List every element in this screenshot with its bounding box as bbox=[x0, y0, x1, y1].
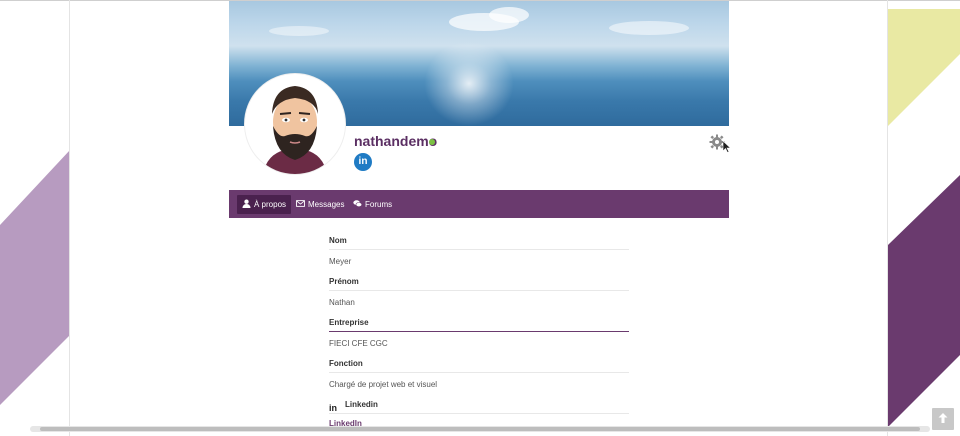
field-label-fonction: Fonction bbox=[329, 355, 629, 373]
profile-fields: Nom Meyer Prénom Nathan Entreprise FIECI… bbox=[329, 232, 629, 434]
linkedin-icon: in bbox=[329, 403, 337, 413]
field-label-entreprise: Entreprise bbox=[329, 314, 629, 332]
arrow-up-icon bbox=[938, 413, 948, 423]
field-value-nom: Meyer bbox=[329, 257, 352, 266]
field-label-linkedin: Linkedin bbox=[345, 400, 378, 409]
tab-about[interactable]: À propos bbox=[237, 195, 292, 214]
profile-nav: À propos Messages Forums bbox=[229, 190, 729, 218]
tab-forums-label: Forums bbox=[365, 200, 393, 209]
avatar[interactable] bbox=[244, 73, 346, 175]
horizontal-scrollbar-thumb[interactable] bbox=[40, 427, 920, 431]
tab-messages-label: Messages bbox=[308, 200, 345, 209]
decor-right-purple-shape bbox=[888, 175, 960, 427]
avatar-illustration bbox=[263, 86, 327, 174]
online-status-dot bbox=[429, 139, 435, 145]
field-label-nom: Nom bbox=[329, 232, 629, 250]
linkedin-icon[interactable]: in bbox=[354, 153, 372, 171]
field-label-linkedin-row: in Linkedin bbox=[329, 396, 629, 414]
comments-icon bbox=[353, 200, 362, 207]
user-icon bbox=[242, 199, 251, 208]
envelope-icon bbox=[296, 200, 305, 207]
mouse-cursor-icon bbox=[723, 141, 731, 153]
scroll-to-top-button[interactable] bbox=[932, 408, 954, 430]
field-value-prenom: Nathan bbox=[329, 298, 355, 307]
field-value-entreprise: FIECI CFE CGC bbox=[329, 339, 388, 348]
field-value-fonction: Chargé de projet web et visuel bbox=[329, 380, 438, 389]
decor-right-yellow-shape bbox=[888, 9, 960, 126]
tab-about-label: À propos bbox=[254, 200, 287, 209]
tab-forums[interactable]: Forums bbox=[348, 195, 397, 214]
decor-left-shape bbox=[0, 150, 70, 405]
tab-messages[interactable]: Messages bbox=[291, 195, 349, 214]
content-right-edge bbox=[887, 0, 888, 436]
field-label-prenom: Prénom bbox=[329, 273, 629, 291]
profile-username: nathandemo bbox=[354, 133, 438, 149]
content-left-edge bbox=[69, 0, 70, 436]
